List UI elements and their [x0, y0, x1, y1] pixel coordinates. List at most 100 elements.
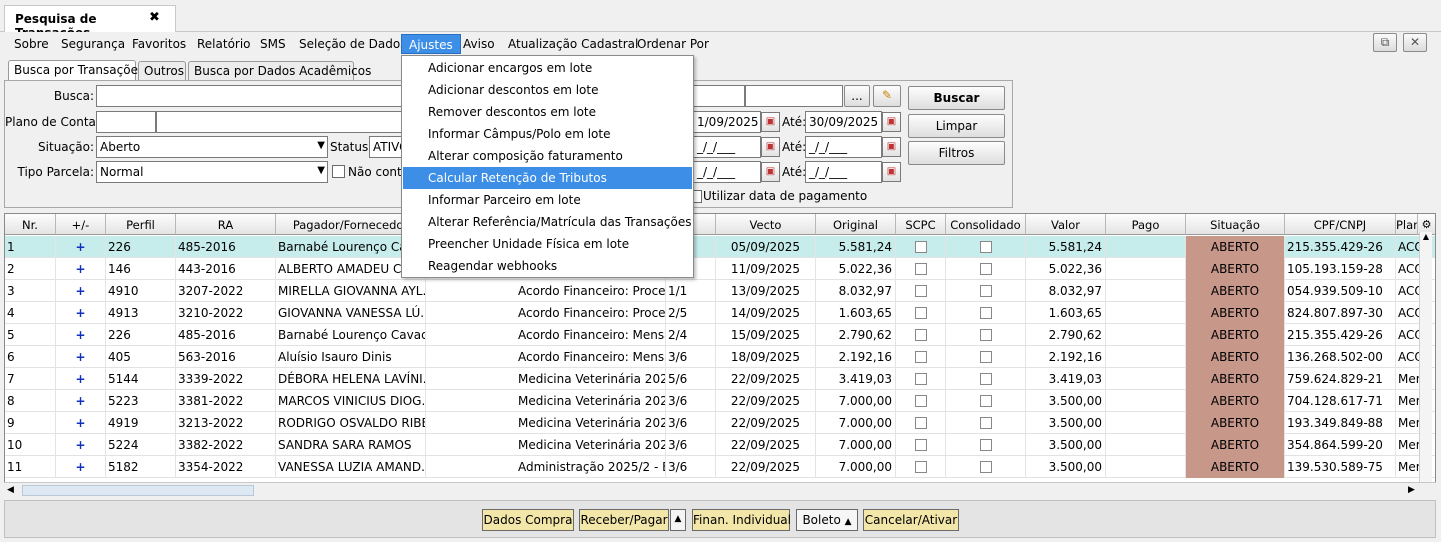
cell-scpc[interactable]	[896, 236, 946, 258]
situacao-select[interactable]: Aberto ▼	[96, 136, 328, 158]
tab-busca-dados-academicos[interactable]: Busca por Dados Acadêmicos	[188, 61, 371, 80]
cell-consolidado[interactable]	[946, 346, 1026, 368]
cell-scpc[interactable]	[896, 434, 946, 456]
cell-consolidado[interactable]	[946, 236, 1026, 258]
row-checkbox[interactable]	[914, 439, 927, 451]
cell-consolidado[interactable]	[946, 302, 1026, 324]
row-checkbox[interactable]	[914, 285, 927, 297]
col-header-cpf-cnpj[interactable]: CPF/CNPJ	[1285, 214, 1396, 235]
cell-scpc[interactable]	[896, 280, 946, 302]
row-checkbox[interactable]	[914, 417, 927, 429]
cancelar-ativar-button[interactable]: Cancelar/Ativar	[863, 509, 959, 531]
close-icon[interactable]: ✖	[149, 10, 160, 25]
tab-busca-transacoes[interactable]: Busca por Transações	[8, 60, 144, 80]
calendar-icon[interactable]: ▣	[761, 112, 780, 132]
col-header-scpc[interactable]: SCPC	[896, 214, 946, 235]
menu-favoritos[interactable]: Favoritos	[125, 34, 193, 54]
menu-item-reagendar-webhooks[interactable]: Reagendar webhooks	[403, 255, 692, 277]
menu-item-alterar-referencia-matricula-das-transacoes[interactable]: Alterar Referência/Matrícula das Transaç…	[403, 211, 692, 233]
menu-item-remover-descontos-em-lote[interactable]: Remover descontos em lote	[403, 101, 692, 123]
row-checkbox[interactable]	[914, 395, 927, 407]
row-checkbox[interactable]	[979, 461, 992, 473]
cell-scpc[interactable]	[896, 302, 946, 324]
cell-consolidado[interactable]	[946, 456, 1026, 478]
close-window-icon[interactable]: ✕	[1403, 33, 1427, 52]
row-checkbox[interactable]	[979, 285, 992, 297]
menu-aviso[interactable]: Aviso	[456, 34, 502, 54]
calendar-icon[interactable]: ▣	[882, 137, 901, 157]
calendar-icon[interactable]: ▣	[882, 112, 901, 132]
row-checkbox[interactable]	[914, 373, 927, 385]
table-row[interactable]: 2 +146 443-2016 ALBERTO AMADEU CAN 11/09/202…	[5, 258, 1435, 280]
row-checkbox[interactable]	[979, 307, 992, 319]
table-row[interactable]: 4 +4913 3210-2022 GIOVANNA VANESSA LÚ... Aco…	[5, 302, 1435, 324]
cell-expand[interactable]: +	[56, 390, 106, 412]
date2-from-input[interactable]: _/_/___	[693, 136, 761, 158]
cell-expand[interactable]: +	[56, 434, 106, 456]
finan-individual-button[interactable]: Finan. Individual	[692, 509, 791, 531]
table-row[interactable]: 11 +5182 3354-2022 VANESSA LUZIA AMAND... Ad…	[5, 456, 1435, 478]
dados-compra-button[interactable]: Dados Compra	[482, 509, 574, 531]
menu-item-adicionar-descontos-em-lote[interactable]: Adicionar descontos em lote	[403, 79, 692, 101]
cell-expand[interactable]: +	[56, 280, 106, 302]
plano-conta-code-input[interactable]	[96, 111, 156, 133]
menu-ajustes[interactable]: Ajustes	[401, 34, 461, 54]
cell-scpc[interactable]	[896, 412, 946, 434]
menu-ordenar-por[interactable]: Ordenar Por	[630, 34, 716, 54]
table-row[interactable]: 1 +226 485-2016 Barnabé Lourenço Cava 05/09/…	[5, 236, 1435, 258]
tab-outros[interactable]: Outros	[138, 61, 186, 80]
col-header-situacao[interactable]: Situação	[1186, 214, 1285, 235]
cell-scpc[interactable]	[896, 368, 946, 390]
tipo-parcela-select[interactable]: Normal ▼	[96, 161, 328, 183]
row-checkbox[interactable]	[979, 439, 992, 451]
edit-pencil-icon[interactable]: ✎	[873, 85, 901, 107]
col-header-original[interactable]: Original	[816, 214, 896, 235]
doc-tab-pesquisa[interactable]: Pesquisa de Transações ✖	[4, 5, 176, 40]
date1-from-input[interactable]: 1/09/2025	[693, 111, 761, 133]
menu-sms[interactable]: SMS	[253, 34, 293, 54]
cell-scpc[interactable]	[896, 390, 946, 412]
cell-expand[interactable]: +	[56, 236, 106, 258]
cell-consolidado[interactable]	[946, 258, 1026, 280]
cell-expand[interactable]: +	[56, 258, 106, 280]
horizontal-scrollbar[interactable]: ◀ ▶	[4, 482, 1436, 498]
vertical-scrollbar[interactable]: ▲	[1419, 232, 1432, 482]
col-header-vecto[interactable]: Vecto	[716, 214, 816, 235]
table-row[interactable]: 9+49193213-2022RODRIGO OSVALDO RIBEI... M…	[5, 412, 1435, 434]
cell-consolidado[interactable]	[946, 368, 1026, 390]
calendar-icon[interactable]: ▣	[761, 162, 780, 182]
table-row[interactable]: 3 +4910 3207-2022 MIRELLA GIOVANNA AYL... Ac…	[5, 280, 1435, 302]
calendar-icon[interactable]: ▣	[761, 137, 780, 157]
row-checkbox[interactable]	[979, 241, 992, 253]
receber-pagar-arrow-icon[interactable]: ▲	[670, 509, 686, 531]
col-header-consolidado[interactable]: Consolidado	[946, 214, 1026, 235]
cell-scpc[interactable]	[896, 324, 946, 346]
cell-scpc[interactable]	[896, 258, 946, 280]
col-header-nr[interactable]: Nr.	[5, 214, 56, 235]
col-header-pago[interactable]: Pago	[1106, 214, 1186, 235]
row-checkbox[interactable]	[979, 329, 992, 341]
menu-item-calcular-retencao-de-tributos[interactable]: Calcular Retenção de Tributos	[403, 167, 692, 189]
row-checkbox[interactable]	[979, 417, 992, 429]
cell-consolidado[interactable]	[946, 324, 1026, 346]
table-row[interactable]: 10 +5224 3382-2022 SANDRA SARA RAMOS Medicin…	[5, 434, 1435, 456]
horizontal-scroll-thumb[interactable]	[22, 485, 254, 496]
menu-selecao-dados[interactable]: Seleção de Dados	[292, 34, 413, 54]
menu-seguranca[interactable]: Segurança	[54, 34, 132, 54]
menu-sobre[interactable]: Sobre	[7, 34, 56, 54]
menu-item-informar-parceiro-em-lote[interactable]: Informar Parceiro em lote	[403, 189, 692, 211]
row-checkbox[interactable]	[914, 307, 927, 319]
cell-consolidado[interactable]	[946, 280, 1026, 302]
cell-expand[interactable]: +	[56, 412, 106, 434]
menu-item-informar-campus-polo-em-lote[interactable]: Informar Câmpus/Polo em lote	[403, 123, 692, 145]
cell-consolidado[interactable]	[946, 434, 1026, 456]
buscar-button[interactable]: Buscar	[908, 86, 1005, 110]
cell-expand[interactable]: +	[56, 456, 106, 478]
table-row[interactable]: 8 +5223 3381-2022 MARCOS VINICIUS DIOG... Me…	[5, 390, 1435, 412]
table-row[interactable]: 7 +5144 3339-2022 DÉBORA HELENA LAVÍNI... Me…	[5, 368, 1435, 390]
table-row[interactable]: 5 +226 485-2016 Barnabé Lourenço Cavadas Aco…	[5, 324, 1435, 346]
cell-scpc[interactable]	[896, 456, 946, 478]
boleto-button[interactable]: Boleto ▲	[796, 509, 858, 531]
cell-expand[interactable]: +	[56, 302, 106, 324]
calendar-icon[interactable]: ▣	[882, 162, 901, 182]
